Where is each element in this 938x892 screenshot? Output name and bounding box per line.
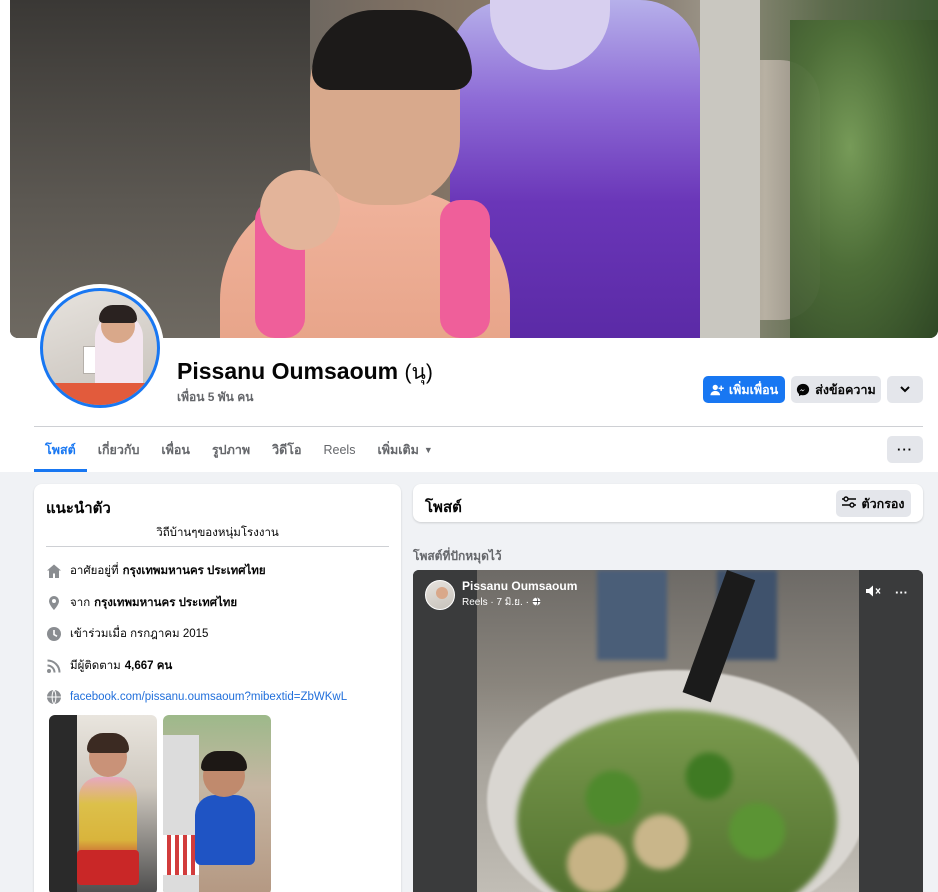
tab-videos[interactable]: วิดีโอ xyxy=(261,430,312,470)
reel-video[interactable] xyxy=(477,570,859,892)
tab-label: Reels xyxy=(323,443,356,457)
photo-hair xyxy=(201,751,247,771)
cover-plants xyxy=(790,20,938,338)
intro-card: แนะนำตัว วิถีบ้านๆของหนุ่มโรงงาน อาศัยอย… xyxy=(34,484,401,892)
info-followers: มีผู้ติดตาม 4,667 คน xyxy=(46,656,172,676)
video-legs xyxy=(597,570,667,660)
tab-label: เพื่อน xyxy=(161,443,190,457)
posts-header-card: โพสต์ ตัวกรอง xyxy=(413,484,923,522)
tab-friends[interactable]: เพื่อน xyxy=(150,430,201,470)
reel-avatar[interactable] xyxy=(425,579,455,610)
reel-header: Pissanu Oumsaoum Reels · 7 มิ.ย. · xyxy=(425,579,577,610)
message-button[interactable]: ส่งข้อความ xyxy=(791,376,881,403)
cover-door xyxy=(700,0,760,338)
rss-icon xyxy=(46,658,62,674)
featured-photo[interactable] xyxy=(49,715,157,892)
info-from: จาก กรุงเทพมหานคร ประเทศไทย xyxy=(46,593,237,613)
photo-shirt xyxy=(195,795,255,865)
ellipsis-icon[interactable]: ··· xyxy=(895,585,908,600)
cover-backpack-strap xyxy=(440,200,490,338)
reel-letterbox xyxy=(413,570,477,892)
tab-label: รูปภาพ xyxy=(211,443,251,457)
reel-post[interactable]: Pissanu Oumsaoum Reels · 7 มิ.ย. · ··· xyxy=(413,570,923,892)
info-label: จาก xyxy=(70,597,91,609)
info-value[interactable]: กรุงเทพมหานคร ประเทศไทย xyxy=(123,562,266,580)
filter-button[interactable]: ตัวกรอง xyxy=(836,490,911,517)
filter-label: ตัวกรอง xyxy=(861,496,905,511)
chevron-down-icon xyxy=(900,386,910,393)
tab-label: เพิ่มเติม xyxy=(377,443,419,457)
globe-icon xyxy=(532,596,541,609)
intro-title: แนะนำตัว xyxy=(46,500,111,517)
photo-stripes xyxy=(163,835,199,875)
photo-hair xyxy=(87,733,129,753)
add-friend-label: เพิ่มเพื่อน xyxy=(728,382,779,397)
home-icon xyxy=(46,563,62,579)
profile-nickname: (นุ) xyxy=(404,361,433,384)
intro-bio: วิถีบ้านๆของหนุ่มโรงงาน xyxy=(156,527,279,539)
pinned-posts-label: โพสต์ที่ปักหมุดไว้ xyxy=(413,549,502,563)
info-label: มีผู้ติดตาม xyxy=(70,660,121,672)
messenger-icon xyxy=(796,383,810,397)
tab-label: เกี่ยวกับ xyxy=(97,443,140,457)
info-joined: เข้าร่วมเมื่อ กรกฎาคม 2015 xyxy=(46,624,208,644)
tab-label: โพสต์ xyxy=(45,443,76,457)
ellipsis-icon: ··· xyxy=(897,442,913,457)
reel-controls: ··· xyxy=(865,584,908,601)
featured-photo[interactable] xyxy=(163,715,271,892)
profile-tabs: โพสต์ เกี่ยวกับ เพื่อน รูปภาพ วิดีโอ Ree… xyxy=(34,430,444,472)
friends-count[interactable]: เพื่อน 5 พัน คน xyxy=(177,388,253,407)
info-label: อาศัยอยู่ที่ xyxy=(70,565,119,577)
profile-name: Pissanu Oumsaoum (นุ) xyxy=(177,356,433,389)
add-friend-button[interactable]: เพิ่มเพื่อน xyxy=(703,376,785,403)
tab-posts[interactable]: โพสต์ xyxy=(34,430,87,472)
clock-icon xyxy=(46,626,62,642)
cover-photo[interactable] xyxy=(10,0,938,338)
intro-divider xyxy=(46,546,389,547)
tab-label: วิดีโอ xyxy=(272,443,302,457)
posts-title: โพสต์ xyxy=(425,499,462,516)
photo-shadow xyxy=(49,715,77,892)
info-link: facebook.com/pissanu.oumsaoum?mibextid=Z… xyxy=(46,687,347,707)
reel-author[interactable]: Pissanu Oumsaoum xyxy=(462,579,577,593)
cover-boy-hair xyxy=(312,10,472,90)
avatar-child-hair xyxy=(99,305,137,323)
globe-icon xyxy=(46,689,62,705)
tab-reels[interactable]: Reels xyxy=(312,430,366,470)
profile-link[interactable]: facebook.com/pissanu.oumsaoum?mibextid=Z… xyxy=(70,691,347,703)
info-value[interactable]: 4,667 คน xyxy=(125,657,173,675)
header-divider xyxy=(34,426,923,427)
cover-hand xyxy=(260,170,340,250)
speaker-muted-icon[interactable] xyxy=(865,584,881,601)
profile-name-text: Pissanu Oumsaoum xyxy=(177,358,399,384)
more-options-button[interactable]: ··· xyxy=(887,436,923,463)
tab-more[interactable]: เพิ่มเติม ▼ xyxy=(366,430,443,470)
avatar-floor xyxy=(43,383,157,405)
photo-skirt xyxy=(77,850,139,885)
info-lives-in: อาศัยอยู่ที่ กรุงเทพมหานคร ประเทศไทย xyxy=(46,561,266,581)
profile-avatar[interactable] xyxy=(40,288,160,408)
reel-meta: Reels · 7 มิ.ย. · xyxy=(462,595,577,610)
tab-photos[interactable]: รูปภาพ xyxy=(201,430,261,470)
info-label: เข้าร่วมเมื่อ กรกฎาคม 2015 xyxy=(70,628,209,640)
info-value[interactable]: กรุงเทพมหานคร ประเทศไทย xyxy=(94,594,237,612)
profile-options-button[interactable] xyxy=(887,376,923,403)
caret-down-icon: ▼ xyxy=(423,445,433,455)
reel-letterbox xyxy=(859,570,923,892)
reel-meta-text[interactable]: Reels · 7 มิ.ย. · xyxy=(462,595,529,610)
person-plus-icon xyxy=(710,383,724,397)
location-pin-icon xyxy=(46,595,62,611)
sliders-icon xyxy=(842,496,857,511)
tab-about[interactable]: เกี่ยวกับ xyxy=(87,430,151,470)
message-label: ส่งข้อความ xyxy=(815,382,876,397)
